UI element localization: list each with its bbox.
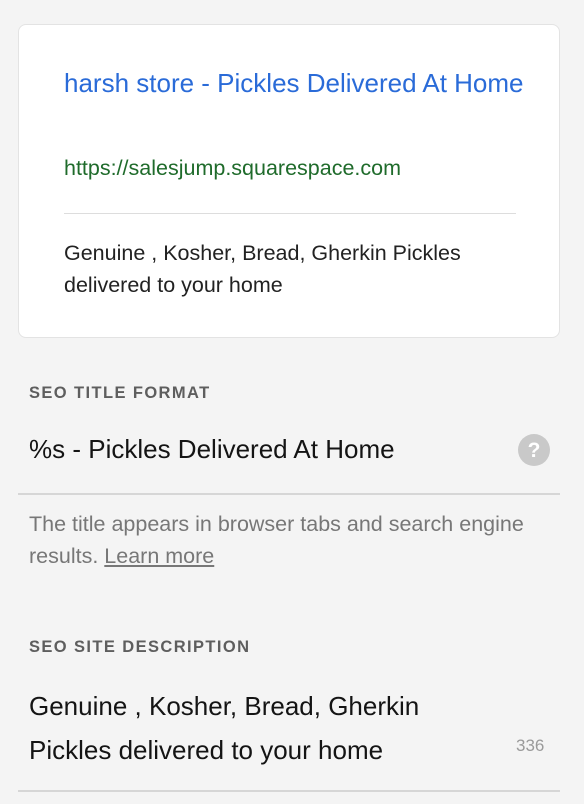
seo-title-format-input[interactable]: %s - Pickles Delivered At Home [29,434,395,465]
preview-url: https://salesjump.squarespace.com [64,156,401,180]
seo-site-description-input[interactable]: Genuine , Kosher, Bread, Gherkin Pickles… [29,684,499,772]
preview-divider [64,213,516,214]
seo-description-underline [18,790,560,792]
seo-title-help-text: The title appears in browser tabs and se… [29,508,549,572]
learn-more-link[interactable]: Learn more [104,544,214,568]
search-preview-card: harsh store - Pickles Delivered At Home … [18,24,560,338]
question-mark-icon[interactable]: ? [518,434,550,466]
seo-title-format-label: SEO TITLE FORMAT [29,384,211,402]
preview-description: Genuine , Kosher, Bread, Gherkin Pickles… [64,241,461,297]
character-count: 336 [516,736,545,755]
seo-title-underline [18,493,560,495]
preview-title-link[interactable]: harsh store - Pickles Delivered At Home [64,61,524,105]
seo-site-description-label: SEO SITE DESCRIPTION [29,638,251,656]
